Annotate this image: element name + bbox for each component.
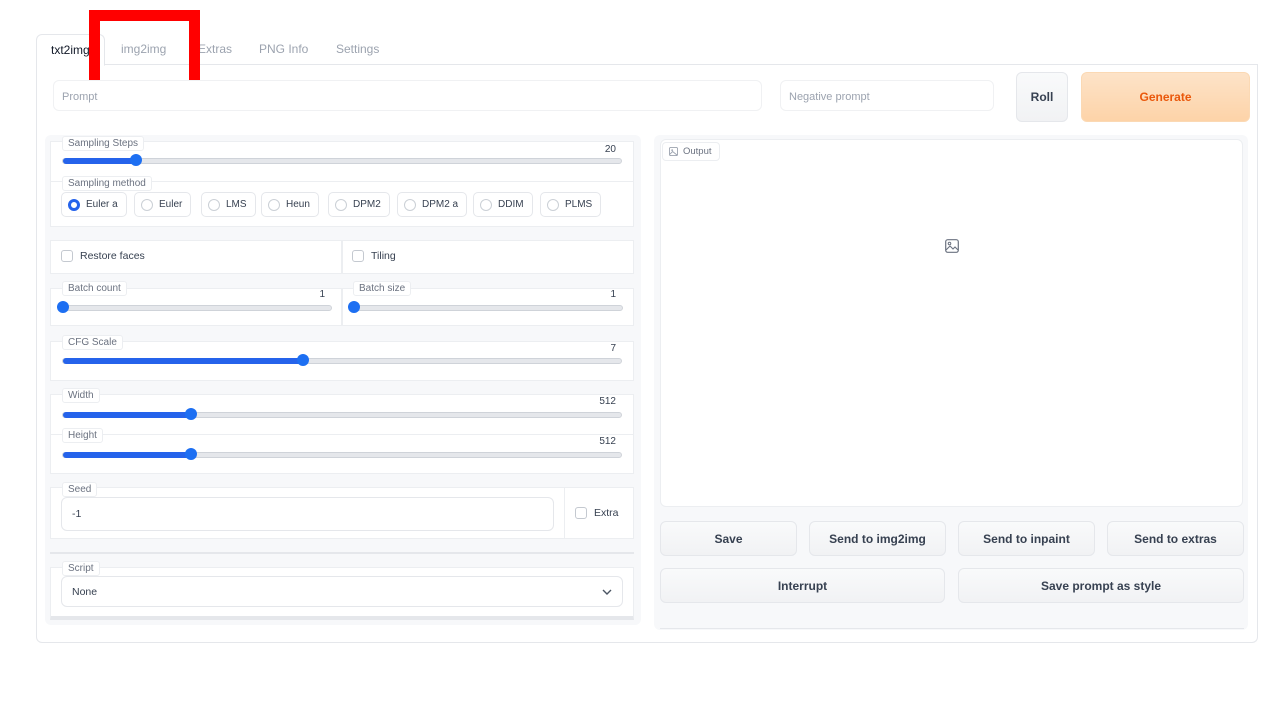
radio-heun[interactable]: Heun bbox=[261, 192, 319, 217]
slider-thumb[interactable] bbox=[129, 154, 142, 166]
prompt-input[interactable]: Prompt bbox=[53, 80, 762, 111]
batch-size-label: Batch size bbox=[353, 281, 412, 296]
tab-settings[interactable]: Settings bbox=[322, 34, 393, 65]
output-label: Output bbox=[662, 142, 720, 161]
radio-euler-a[interactable]: Euler a bbox=[61, 192, 127, 217]
tiling-checkbox[interactable]: Tiling bbox=[352, 250, 396, 262]
roll-button[interactable]: Roll bbox=[1016, 72, 1068, 122]
radio-plms[interactable]: PLMS bbox=[540, 192, 602, 217]
height-label: Height bbox=[62, 428, 103, 443]
batch-size-slider[interactable] bbox=[348, 301, 623, 313]
negative-prompt-input[interactable]: Negative prompt bbox=[780, 80, 994, 111]
sampling-steps-label: Sampling Steps bbox=[62, 136, 145, 151]
generate-button[interactable]: Generate bbox=[1081, 72, 1250, 122]
batch-count-value[interactable]: 1 bbox=[285, 289, 325, 300]
divider bbox=[564, 488, 565, 538]
sampling-steps-slider[interactable] bbox=[62, 154, 622, 166]
image-icon bbox=[669, 147, 678, 156]
divider bbox=[50, 434, 634, 435]
save-prompt-style-button[interactable]: Save prompt as style bbox=[958, 568, 1244, 603]
slider-thumb[interactable] bbox=[348, 301, 360, 313]
radio-euler[interactable]: Euler bbox=[134, 192, 192, 217]
seed-input[interactable]: -1 bbox=[61, 497, 554, 531]
height-value[interactable]: 512 bbox=[576, 436, 616, 447]
script-select[interactable]: None bbox=[61, 576, 623, 607]
radio-dpm2-a[interactable]: DPM2 a bbox=[397, 192, 468, 217]
batch-count-label: Batch count bbox=[62, 281, 127, 296]
slider-thumb[interactable] bbox=[296, 354, 309, 366]
cfg-scale-label: CFG Scale bbox=[62, 335, 123, 350]
tab-bar: txt2img img2img Extras PNG Info Settings bbox=[36, 34, 1258, 66]
width-slider[interactable] bbox=[62, 408, 622, 420]
send-to-extras-button[interactable]: Send to extras bbox=[1107, 521, 1244, 556]
output-gallery bbox=[660, 139, 1243, 507]
sampling-method-label: Sampling method bbox=[62, 176, 152, 191]
batch-count-slider[interactable] bbox=[57, 301, 332, 313]
divider bbox=[50, 552, 634, 554]
seed-label: Seed bbox=[62, 482, 98, 497]
divider bbox=[660, 628, 1244, 629]
radio-ddim[interactable]: DDIM bbox=[473, 192, 533, 217]
cfg-scale-slider[interactable] bbox=[62, 354, 622, 366]
slider-thumb[interactable] bbox=[57, 301, 69, 313]
image-placeholder-icon bbox=[945, 239, 959, 253]
chevron-down-icon bbox=[602, 589, 612, 595]
extra-checkbox[interactable]: Extra bbox=[575, 507, 619, 519]
save-button[interactable]: Save bbox=[660, 521, 797, 556]
interrupt-button[interactable]: Interrupt bbox=[660, 568, 945, 603]
batch-size-value[interactable]: 1 bbox=[576, 289, 616, 300]
send-to-img2img-button[interactable]: Send to img2img bbox=[809, 521, 946, 556]
script-select-value: None bbox=[72, 585, 98, 598]
width-value[interactable]: 512 bbox=[576, 396, 616, 407]
tab-png-info[interactable]: PNG Info bbox=[245, 34, 322, 65]
height-slider[interactable] bbox=[62, 448, 622, 460]
script-label: Script bbox=[62, 561, 100, 576]
width-label: Width bbox=[62, 388, 100, 403]
sampling-steps-value[interactable]: 20 bbox=[576, 144, 616, 155]
radio-dpm2[interactable]: DPM2 bbox=[328, 192, 390, 217]
send-to-inpaint-button[interactable]: Send to inpaint bbox=[958, 521, 1095, 556]
restore-faces-checkbox[interactable]: Restore faces bbox=[61, 250, 145, 262]
cfg-scale-value[interactable]: 7 bbox=[576, 343, 616, 354]
radio-lms[interactable]: LMS bbox=[201, 192, 256, 217]
